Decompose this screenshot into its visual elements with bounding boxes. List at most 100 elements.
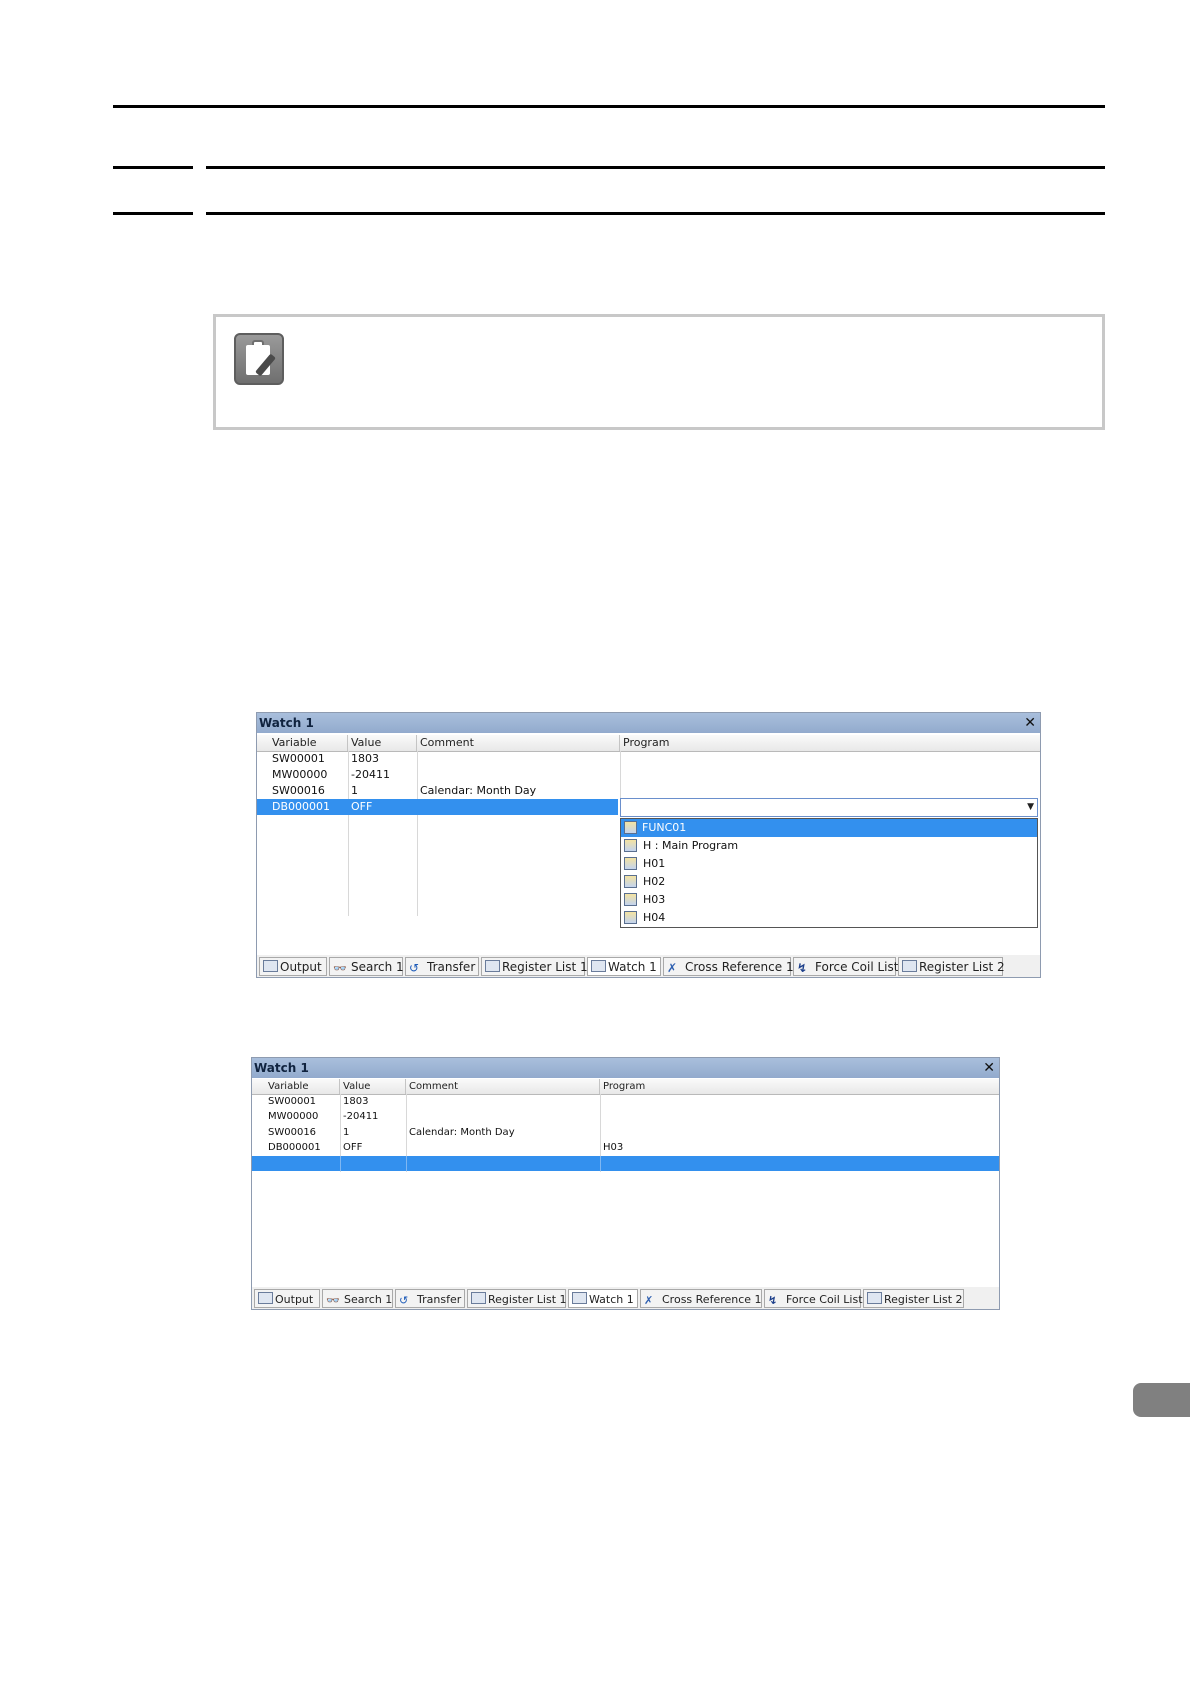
- program-icon: [624, 911, 637, 924]
- bottom-tab-strip: Output 👓 Search 1 ↺ Transfer Register List…: [257, 955, 1040, 977]
- variable-cell: SW00001: [272, 752, 325, 765]
- value-cell: 1803: [343, 1096, 369, 1107]
- variable-cell: MW00000: [272, 768, 328, 781]
- output-icon: [263, 960, 278, 972]
- column-header-comment[interactable]: Comment: [417, 735, 620, 751]
- tab-output[interactable]: Output: [254, 1289, 320, 1308]
- tab-search[interactable]: 👓 Search 1: [329, 957, 404, 976]
- table-row[interactable]: SW00016 1 Calendar: Month Day: [257, 783, 1040, 799]
- program-dropdown-list: FUNC01 H : Main Program H01 H02 H03 H04: [620, 818, 1038, 928]
- tab-transfer[interactable]: ↺ Transfer: [395, 1289, 465, 1308]
- tab-output[interactable]: Output: [259, 957, 327, 976]
- tab-watch[interactable]: Watch 1: [587, 957, 661, 976]
- tab-force-coil-list[interactable]: ↯ Force Coil List: [793, 957, 898, 976]
- tab-register-list-1[interactable]: Register List 1: [481, 957, 588, 976]
- dropdown-option[interactable]: FUNC01: [621, 819, 1037, 837]
- variable-cell: DB000001: [268, 1142, 321, 1153]
- dropdown-option[interactable]: H : Main Program: [621, 837, 1037, 855]
- watch-grid: Variable Value Comment Program SW00001 1…: [257, 735, 1040, 942]
- column-header-program[interactable]: Program: [620, 735, 1040, 751]
- tab-register-list-2[interactable]: Register List 2: [863, 1289, 964, 1308]
- value-cell: -20411: [343, 1111, 379, 1122]
- program-icon: [624, 893, 637, 906]
- table-row[interactable]: MW00000 -20411: [257, 767, 1040, 783]
- table-row[interactable]: DB000001 OFF H03: [252, 1140, 999, 1156]
- table-row-selected[interactable]: [252, 1156, 999, 1171]
- force-coil-icon: ↯: [768, 1294, 778, 1307]
- column-header-variable[interactable]: Variable: [257, 735, 348, 751]
- watch-window-title: Watch 1: [252, 1058, 999, 1078]
- dropdown-option[interactable]: H01: [621, 855, 1037, 873]
- program-cell: H03: [603, 1142, 624, 1153]
- grid-header: Variable Value Comment Program: [252, 1079, 999, 1095]
- comment-cell: Calendar: Month Day: [420, 784, 537, 797]
- header-rule-right-2: [206, 212, 1105, 215]
- header-rule-left-2: [113, 212, 193, 215]
- program-icon: [624, 821, 637, 834]
- binoculars-icon: 👓: [326, 1294, 340, 1307]
- chapter-thumb-tab: [1133, 1383, 1190, 1417]
- column-header-program[interactable]: Program: [600, 1079, 999, 1094]
- cross-reference-icon: ✗: [644, 1294, 654, 1307]
- dropdown-option[interactable]: H03: [621, 891, 1037, 909]
- dropdown-option[interactable]: H04: [621, 909, 1037, 927]
- variable-cell: MW00000: [268, 1111, 319, 1122]
- watch-icon: [572, 1292, 587, 1304]
- tab-register-list-1[interactable]: Register List 1: [467, 1289, 567, 1308]
- chevron-down-icon[interactable]: ▼: [1027, 799, 1034, 816]
- tab-register-list-2[interactable]: Register List 2: [898, 957, 1005, 976]
- force-coil-icon: ↯: [797, 961, 808, 975]
- value-cell: OFF: [351, 800, 373, 813]
- table-row[interactable]: SW00001 1803: [257, 751, 1040, 767]
- column-header-value[interactable]: Value: [340, 1079, 406, 1094]
- table-row-selected[interactable]: DB000001 OFF: [257, 799, 618, 815]
- watch-window-2: Watch 1 ✕ Variable Value Comment Program…: [251, 1057, 1000, 1310]
- watch-window-title: Watch 1: [257, 713, 1040, 733]
- output-icon: [258, 1292, 273, 1304]
- comment-cell: Calendar: Month Day: [409, 1127, 515, 1138]
- value-cell: -20411: [351, 768, 390, 781]
- dropdown-option[interactable]: H02: [621, 873, 1037, 891]
- close-icon[interactable]: ✕: [1024, 713, 1036, 733]
- register-list-icon: [471, 1292, 486, 1304]
- tab-force-coil-list[interactable]: ↯ Force Coil List: [764, 1289, 863, 1308]
- table-row[interactable]: MW00000 -20411: [252, 1109, 999, 1125]
- header-rule-left-1: [113, 166, 193, 169]
- register-list-icon: [485, 960, 500, 972]
- tab-watch[interactable]: Watch 1: [568, 1289, 638, 1308]
- value-cell: 1803: [351, 752, 379, 765]
- register-list-icon: [902, 960, 917, 972]
- table-row[interactable]: SW00016 1 Calendar: Month Day: [252, 1125, 999, 1141]
- grid-header: Variable Value Comment Program: [257, 735, 1040, 752]
- tab-transfer[interactable]: ↺ Transfer: [405, 957, 479, 976]
- variable-cell: SW00016: [268, 1127, 317, 1138]
- close-icon[interactable]: ✕: [983, 1058, 995, 1078]
- header-rule-right-1: [206, 166, 1105, 169]
- value-cell: OFF: [343, 1142, 363, 1153]
- transfer-icon: ↺: [399, 1294, 409, 1307]
- note-box: [213, 314, 1105, 430]
- header-rule-top: [113, 105, 1105, 108]
- tab-cross-reference[interactable]: ✗ Cross Reference 1: [640, 1289, 762, 1308]
- memo-icon: [234, 333, 284, 385]
- variable-cell: SW00001: [268, 1096, 317, 1107]
- program-icon: [624, 875, 637, 888]
- binoculars-icon: 👓: [333, 962, 347, 975]
- value-cell: 1: [343, 1127, 350, 1138]
- register-list-icon: [867, 1292, 882, 1304]
- program-icon: [624, 839, 637, 852]
- program-select[interactable]: ▼: [620, 798, 1038, 817]
- column-header-comment[interactable]: Comment: [406, 1079, 600, 1094]
- column-header-value[interactable]: Value: [348, 735, 417, 751]
- column-header-variable[interactable]: Variable: [252, 1079, 340, 1094]
- program-icon: [624, 857, 637, 870]
- watch-icon: [591, 960, 606, 972]
- value-cell: 1: [351, 784, 358, 797]
- variable-cell: SW00016: [272, 784, 325, 797]
- cross-reference-icon: ✗: [667, 961, 678, 975]
- transfer-icon: ↺: [409, 961, 420, 975]
- table-row[interactable]: SW00001 1803: [252, 1094, 999, 1110]
- tab-search[interactable]: 👓 Search 1: [322, 1289, 393, 1308]
- watch-window-1: Watch 1 ✕ Variable Value Comment Program…: [256, 712, 1041, 978]
- tab-cross-reference[interactable]: ✗ Cross Reference 1: [663, 957, 794, 976]
